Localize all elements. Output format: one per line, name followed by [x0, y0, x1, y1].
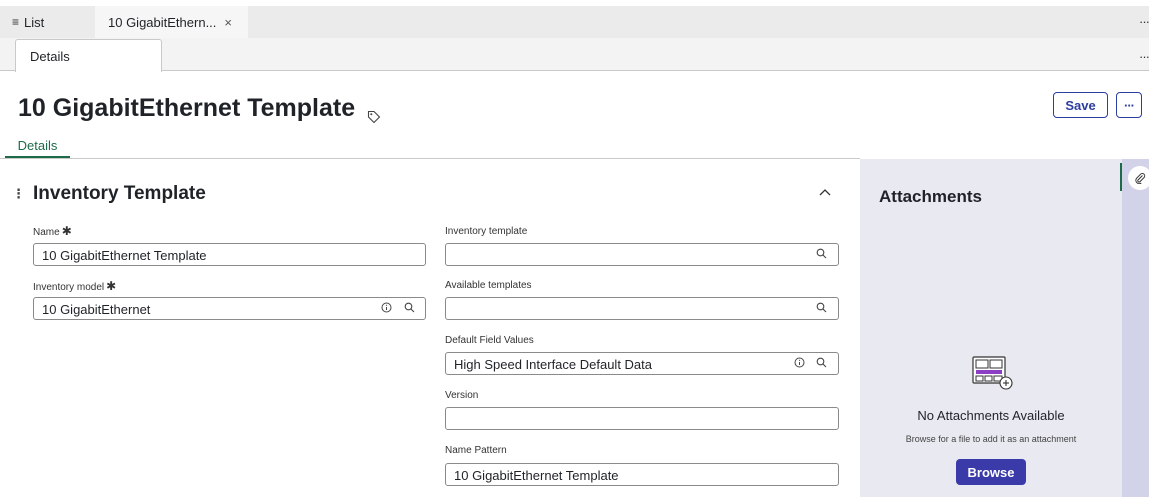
- tab-list-label: List: [24, 14, 45, 30]
- list-icon: ≡: [12, 15, 20, 29]
- search-icon[interactable]: [816, 357, 827, 371]
- more-actions-button[interactable]: ···: [1116, 92, 1142, 118]
- version-field[interactable]: [445, 407, 839, 430]
- close-icon[interactable]: ×: [224, 15, 232, 30]
- right-rail: [1122, 159, 1149, 497]
- page-title: 10 GigabitEthernet Template: [18, 94, 356, 122]
- divider: [0, 158, 860, 159]
- default-field-values-value: High Speed Interface Default Data: [454, 357, 653, 372]
- attachments-title: Attachments: [879, 187, 982, 206]
- collapse-icon[interactable]: [819, 184, 831, 199]
- browse-button[interactable]: Browse: [956, 459, 1026, 485]
- subtab-details[interactable]: Details: [15, 39, 162, 72]
- attachments-empty-illustration-icon: [972, 356, 1014, 392]
- tag-icon[interactable]: [367, 102, 381, 123]
- name-pattern-field[interactable]: 10 GigabitEthernet Template: [445, 463, 839, 486]
- name-label: Name ✱: [33, 224, 72, 238]
- name-pattern-value: 10 GigabitEthernet Template: [454, 468, 619, 483]
- tabs-overflow-icon[interactable]: ···: [1139, 14, 1149, 29]
- inventory-model-label: Inventory model ✱: [33, 279, 116, 293]
- required-icon: ✱: [61, 224, 72, 238]
- top-tab-bar: ≡ List 10 GigabitEthern... × ···: [0, 6, 1149, 38]
- name-field[interactable]: 10 GigabitEthernet Template: [33, 243, 426, 266]
- info-icon[interactable]: [794, 357, 805, 371]
- attachments-empty-hint: Browse for a file to add it as an attach…: [905, 434, 1077, 444]
- default-field-values-field[interactable]: High Speed Interface Default Data: [445, 352, 839, 375]
- save-button[interactable]: Save: [1053, 92, 1108, 118]
- tab-details[interactable]: Details: [5, 138, 70, 158]
- search-icon[interactable]: [816, 302, 827, 316]
- search-icon[interactable]: [816, 248, 827, 262]
- inventory-template-label: Inventory template: [445, 226, 528, 237]
- page-title-row: 10 GigabitEthernet Template: [18, 94, 381, 123]
- attachments-panel: Attachments No Attachments Available Bro…: [860, 159, 1122, 497]
- subtab-details-label: Details: [30, 49, 70, 64]
- name-label-text: Name: [33, 227, 60, 238]
- attachments-empty-title: No Attachments Available: [917, 408, 1065, 423]
- info-icon[interactable]: [381, 302, 392, 316]
- inventory-model-label-text: Inventory model: [33, 282, 105, 293]
- name-value: 10 GigabitEthernet Template: [42, 248, 207, 263]
- paperclip-icon[interactable]: [1128, 166, 1149, 190]
- version-label: Version: [445, 390, 479, 401]
- default-field-values-label: Default Field Values: [445, 335, 534, 346]
- sub-tab-bar: Details ···: [0, 38, 1149, 72]
- tab-list[interactable]: ≡ List: [0, 6, 90, 38]
- inventory-template-field[interactable]: [445, 243, 839, 266]
- inventory-model-value: 10 GigabitEthernet: [42, 302, 151, 317]
- tab-record[interactable]: 10 GigabitEthern... ×: [95, 6, 248, 38]
- subtabs-overflow-icon[interactable]: ···: [1139, 49, 1149, 64]
- available-templates-label: Available templates: [445, 280, 532, 291]
- search-icon[interactable]: [404, 302, 415, 316]
- required-icon: ✱: [106, 279, 117, 293]
- section-title: Inventory Template: [33, 183, 206, 204]
- drag-handle-icon[interactable]: ⋮: [12, 186, 25, 202]
- name-pattern-label: Name Pattern: [445, 445, 507, 456]
- rail-active-indicator: [1120, 163, 1122, 191]
- tab-record-label: 10 GigabitEthern...: [108, 14, 217, 30]
- inventory-model-field[interactable]: 10 GigabitEthernet: [33, 297, 426, 320]
- available-templates-field[interactable]: [445, 297, 839, 320]
